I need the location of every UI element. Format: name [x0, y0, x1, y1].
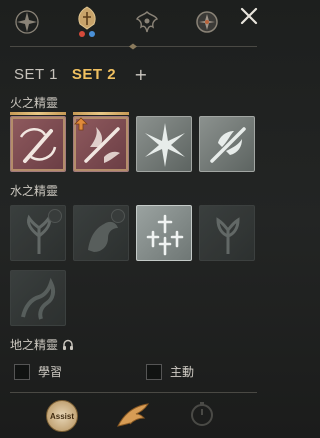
water-flower-icon	[216, 217, 240, 254]
bottom-divider	[10, 392, 257, 393]
water-spirit-slot-2[interactable]	[73, 205, 129, 261]
compass-star-icon	[15, 10, 39, 34]
divider-ornament-icon	[118, 43, 148, 50]
learn-checkbox[interactable]	[14, 364, 30, 380]
close-icon	[240, 7, 258, 25]
top-tab-bar	[0, 0, 267, 46]
round-emblem-icon	[196, 11, 218, 33]
sword-swirl-icon	[19, 128, 57, 163]
set-1-tab[interactable]: SET 1	[14, 66, 58, 83]
set-2-tab[interactable]: SET 2	[72, 66, 116, 83]
water-spirit-label: 水之精靈	[10, 184, 59, 198]
water-spirit-slot-4[interactable]	[199, 205, 255, 261]
cross-cluster-icon	[146, 214, 184, 256]
stopwatch-button[interactable]	[188, 400, 216, 428]
winged-blade-icon	[210, 127, 246, 163]
learn-label: 學習	[38, 365, 63, 379]
equipped-indicator	[73, 112, 129, 115]
add-set-button[interactable]: +	[134, 65, 147, 84]
water-spirit-slot-5[interactable]	[10, 270, 66, 326]
fire-spirit-label: 火之精靈	[10, 96, 59, 110]
ornament-crest-tab[interactable]	[131, 6, 163, 38]
compass-star-tab[interactable]	[11, 6, 43, 38]
upgrade-arrow-icon	[74, 117, 88, 131]
earth-spirit-label: 地之精靈	[10, 338, 59, 352]
earth-spirit-row: 地之精靈	[10, 336, 74, 353]
active-label: 主動	[170, 365, 195, 379]
water-serpent-icon	[21, 277, 56, 320]
set-tabs: SET 1 SET 2 +	[14, 64, 148, 84]
round-emblem-tab[interactable]	[191, 6, 223, 38]
spirit-set-tab[interactable]	[71, 6, 103, 38]
fire-spirit-slot-2[interactable]	[73, 116, 129, 172]
spirit-set-icon	[78, 6, 96, 37]
active-checkbox[interactable]	[146, 364, 162, 380]
fire-spirit-slot-4[interactable]	[199, 116, 255, 172]
headset-icon	[63, 339, 74, 350]
fire-spirit-slot-3[interactable]	[136, 116, 192, 172]
assist-label: Assist	[49, 411, 74, 421]
assist-button[interactable]: Assist	[46, 400, 78, 432]
wing-feather-button[interactable]	[116, 400, 150, 430]
ornament-crest-icon	[136, 11, 158, 33]
equipped-indicator	[10, 112, 66, 115]
stopwatch-icon	[191, 402, 213, 426]
wing-feather-icon	[117, 403, 150, 427]
close-button[interactable]	[237, 4, 261, 28]
water-spirit-slot-3[interactable]	[136, 205, 192, 261]
fire-spirit-slot-1[interactable]	[10, 116, 66, 172]
water-spirit-slot-1[interactable]	[10, 205, 66, 261]
lock-indicator-icon	[111, 209, 125, 223]
star-burst-icon	[145, 123, 185, 167]
lock-indicator-icon	[48, 209, 62, 223]
